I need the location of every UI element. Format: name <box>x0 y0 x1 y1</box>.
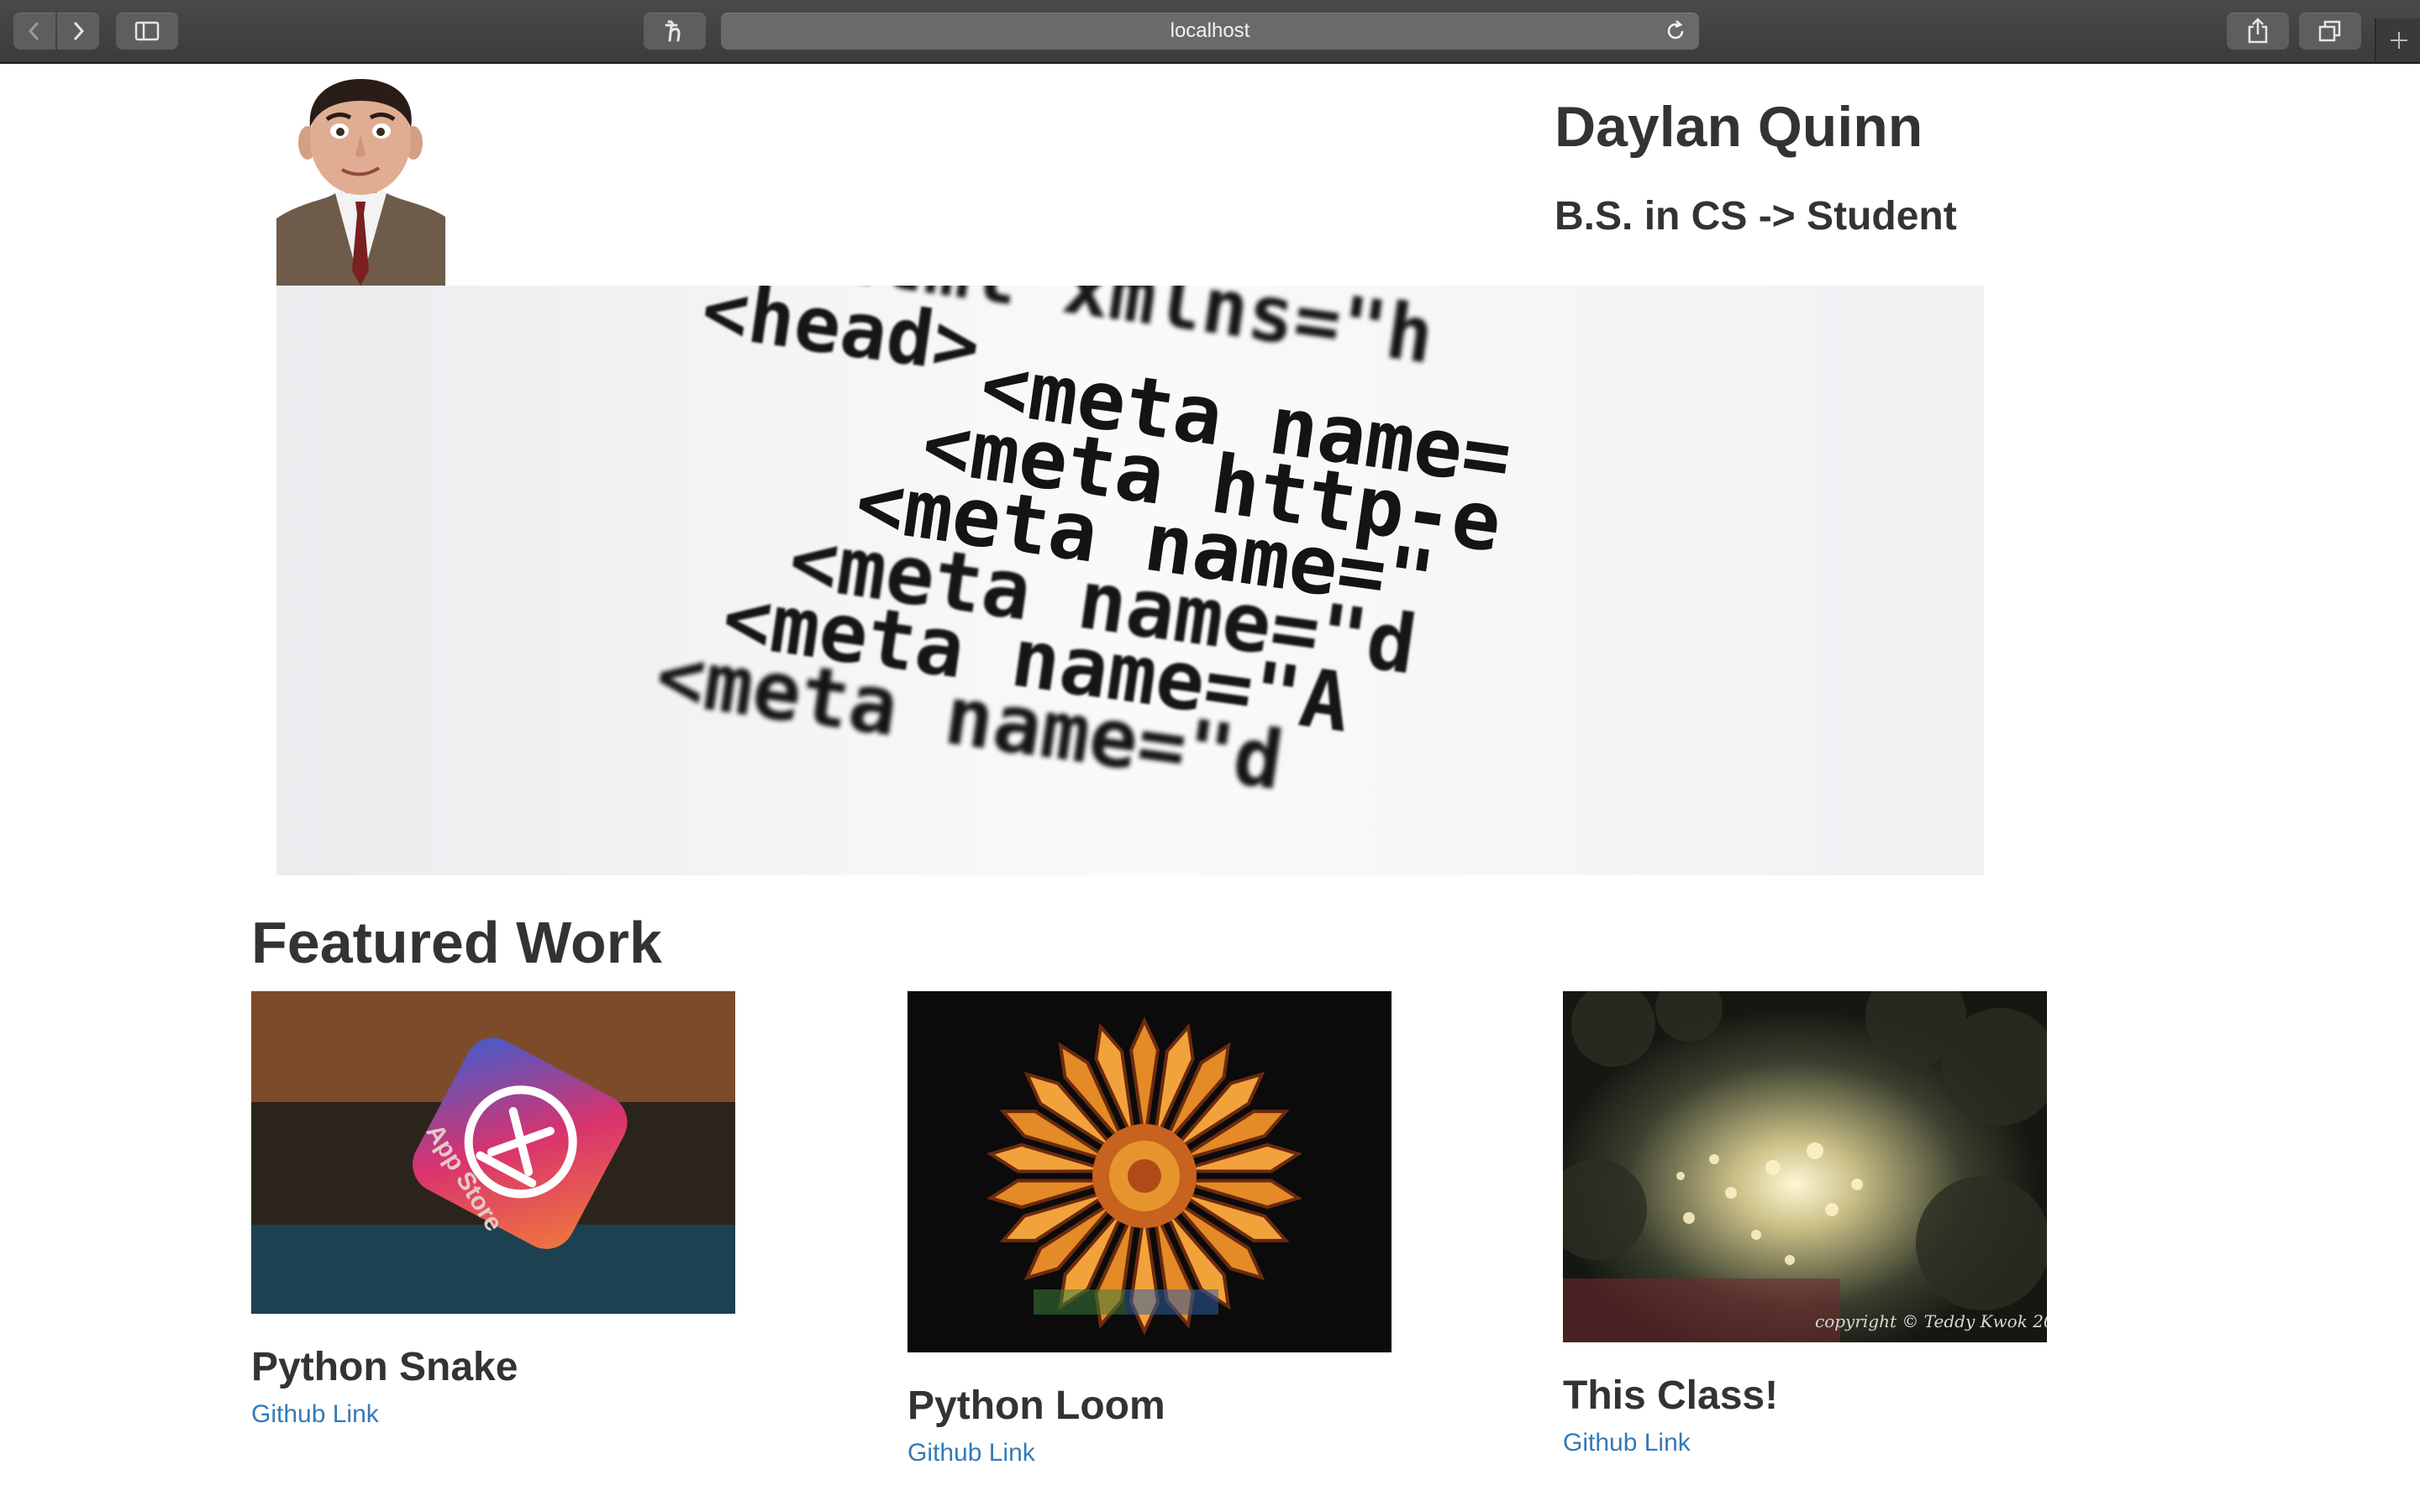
sidebar-icon <box>134 21 160 41</box>
avatar <box>276 76 445 286</box>
project-title: Python Loom <box>908 1383 1165 1428</box>
profile-photo <box>276 76 445 286</box>
share-icon <box>2248 18 2268 44</box>
reload-icon[interactable] <box>1664 19 1687 43</box>
sidebar-button[interactable] <box>116 13 178 50</box>
chevron-left-icon <box>28 21 39 41</box>
chevron-right-icon <box>73 21 85 41</box>
project-card: App Store Python Snake Github Link <box>251 991 735 1429</box>
forward-button[interactable] <box>57 13 99 50</box>
project-thumbnail[interactable]: copyright © Teddy Kwok 2014 <box>1563 991 2047 1342</box>
project-thumbnail[interactable] <box>908 991 1392 1352</box>
bokeh-image: copyright © Teddy Kwok 2014 <box>1563 991 2047 1342</box>
github-link[interactable]: Github Link <box>251 1400 735 1429</box>
tabs-button[interactable] <box>2299 13 2361 50</box>
copyright-watermark: copyright © Teddy Kwok 2014 <box>1815 1311 2047 1331</box>
code-photo: <html xmlns="h <head> <meta name= <meta … <box>276 286 1984 875</box>
new-tab-button[interactable] <box>2375 18 2420 62</box>
flower-image <box>908 991 1392 1352</box>
featured-work-heading: Featured Work <box>251 910 662 975</box>
hero-image: <html xmlns="h <head> <meta name= <meta … <box>276 286 1984 875</box>
history-button[interactable] <box>644 13 706 50</box>
project-title: This Class! <box>1563 1373 1779 1418</box>
tabs-icon <box>2318 20 2341 42</box>
share-button[interactable] <box>2227 13 2289 50</box>
browser-toolbar: localhost <box>0 0 2420 64</box>
plus-icon <box>2391 32 2407 49</box>
honey-icon <box>665 20 681 42</box>
github-link[interactable]: Github Link <box>908 1439 1392 1467</box>
address-bar[interactable]: localhost <box>721 13 1699 50</box>
profile-tagline: B.S. in CS -> Student <box>1555 194 1957 239</box>
url-text: localhost <box>1170 19 1250 42</box>
github-link[interactable]: Github Link <box>1563 1429 2047 1457</box>
project-thumbnail[interactable]: App Store <box>251 991 735 1314</box>
project-title: Python Snake <box>251 1345 518 1389</box>
project-card: copyright © Teddy Kwok 2014 This Class! … <box>1563 991 2047 1457</box>
project-card: Python Loom Github Link <box>908 991 1392 1467</box>
app-store-image: App Store <box>251 991 735 1314</box>
profile-name: Daylan Quinn <box>1555 95 1923 159</box>
back-button[interactable] <box>13 13 55 50</box>
